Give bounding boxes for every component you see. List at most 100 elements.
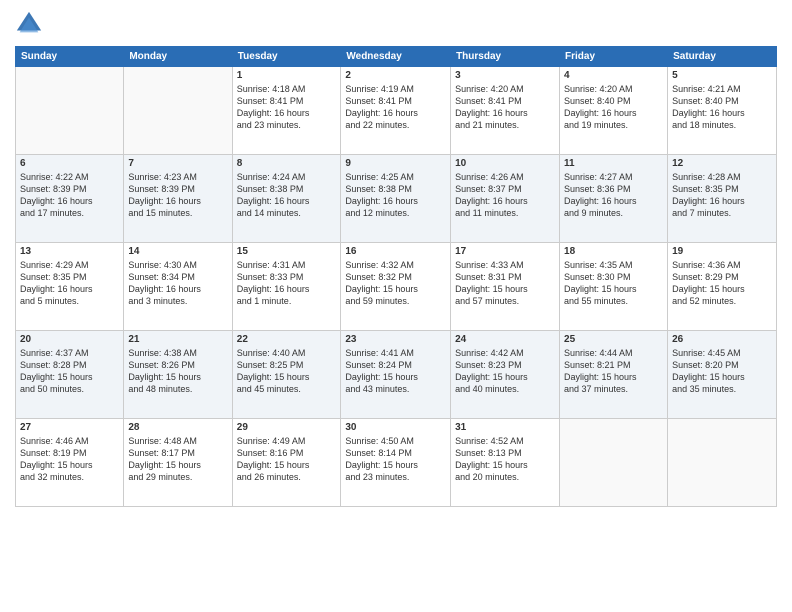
day-info: Sunrise: 4:24 AM Sunset: 8:38 PM Dayligh… bbox=[237, 171, 337, 220]
day-info: Sunrise: 4:20 AM Sunset: 8:40 PM Dayligh… bbox=[564, 83, 663, 132]
calendar-cell: 8 Sunrise: 4:24 AM Sunset: 8:38 PM Daylig… bbox=[232, 155, 341, 243]
day-info: Sunrise: 4:27 AM Sunset: 8:36 PM Dayligh… bbox=[564, 171, 663, 220]
day-info: Sunrise: 4:32 AM Sunset: 8:32 PM Dayligh… bbox=[345, 259, 446, 308]
day-info: Sunrise: 4:30 AM Sunset: 8:34 PM Dayligh… bbox=[128, 259, 227, 308]
calendar-week-row: 20 Sunrise: 4:37 AM Sunset: 8:28 PM Dayli… bbox=[16, 331, 777, 419]
day-number: 27 bbox=[20, 422, 119, 433]
calendar-cell: 31 Sunrise: 4:52 AM Sunset: 8:13 PM Dayli… bbox=[451, 419, 560, 507]
calendar-cell: 22 Sunrise: 4:40 AM Sunset: 8:25 PM Dayli… bbox=[232, 331, 341, 419]
calendar-day-header: Monday bbox=[124, 47, 232, 67]
day-number: 1 bbox=[237, 70, 337, 81]
day-info: Sunrise: 4:35 AM Sunset: 8:30 PM Dayligh… bbox=[564, 259, 663, 308]
calendar-day-header: Wednesday bbox=[341, 47, 451, 67]
calendar-cell bbox=[668, 419, 777, 507]
day-number: 29 bbox=[237, 422, 337, 433]
calendar-day-header: Sunday bbox=[16, 47, 124, 67]
day-number: 5 bbox=[672, 70, 772, 81]
day-info: Sunrise: 4:37 AM Sunset: 8:28 PM Dayligh… bbox=[20, 347, 119, 396]
day-number: 11 bbox=[564, 158, 663, 169]
calendar-cell: 19 Sunrise: 4:36 AM Sunset: 8:29 PM Dayli… bbox=[668, 243, 777, 331]
calendar-cell: 17Sunrise: 4:33 AM Sunset: 8:31 PM Dayli… bbox=[451, 243, 560, 331]
calendar-cell: 2 Sunrise: 4:19 AM Sunset: 8:41 PM Daylig… bbox=[341, 67, 451, 155]
day-number: 31 bbox=[455, 422, 555, 433]
calendar-cell: 29 Sunrise: 4:49 AM Sunset: 8:16 PM Dayli… bbox=[232, 419, 341, 507]
calendar-cell: 24 Sunrise: 4:42 AM Sunset: 8:23 PM Dayli… bbox=[451, 331, 560, 419]
day-number: 4 bbox=[564, 70, 663, 81]
calendar-cell: 15 Sunrise: 4:31 AM Sunset: 8:33 PM Dayli… bbox=[232, 243, 341, 331]
day-info: Sunrise: 4:52 AM Sunset: 8:13 PM Dayligh… bbox=[455, 435, 555, 484]
day-info: Sunrise: 4:38 AM Sunset: 8:26 PM Dayligh… bbox=[128, 347, 227, 396]
calendar-cell: 11 Sunrise: 4:27 AM Sunset: 8:36 PM Dayli… bbox=[560, 155, 668, 243]
calendar-week-row: 1 Sunrise: 4:18 AM Sunset: 8:41 PM Daylig… bbox=[16, 67, 777, 155]
calendar-cell bbox=[560, 419, 668, 507]
calendar-cell: 1 Sunrise: 4:18 AM Sunset: 8:41 PM Daylig… bbox=[232, 67, 341, 155]
day-info: Sunrise: 4:19 AM Sunset: 8:41 PM Dayligh… bbox=[345, 83, 446, 132]
day-number: 14 bbox=[128, 246, 227, 257]
day-info: Sunrise: 4:36 AM Sunset: 8:29 PM Dayligh… bbox=[672, 259, 772, 308]
day-info: Sunrise: 4:45 AM Sunset: 8:20 PM Dayligh… bbox=[672, 347, 772, 396]
day-info: Sunrise: 4:22 AM Sunset: 8:39 PM Dayligh… bbox=[20, 171, 119, 220]
day-info: Sunrise: 4:31 AM Sunset: 8:33 PM Dayligh… bbox=[237, 259, 337, 308]
day-number: 10 bbox=[455, 158, 555, 169]
day-number: 25 bbox=[564, 334, 663, 345]
day-number: 28 bbox=[128, 422, 227, 433]
calendar-week-row: 6 Sunrise: 4:22 AM Sunset: 8:39 PM Daylig… bbox=[16, 155, 777, 243]
calendar-cell: 23Sunrise: 4:41 AM Sunset: 8:24 PM Dayli… bbox=[341, 331, 451, 419]
day-number: 2 bbox=[345, 70, 446, 81]
calendar-cell: 12Sunrise: 4:28 AM Sunset: 8:35 PM Dayli… bbox=[668, 155, 777, 243]
day-number: 21 bbox=[128, 334, 227, 345]
calendar-header-row: SundayMondayTuesdayWednesdayThursdayFrid… bbox=[16, 47, 777, 67]
day-number: 12 bbox=[672, 158, 772, 169]
calendar-cell: 7 Sunrise: 4:23 AM Sunset: 8:39 PM Daylig… bbox=[124, 155, 232, 243]
day-number: 6 bbox=[20, 158, 119, 169]
day-info: Sunrise: 4:29 AM Sunset: 8:35 PM Dayligh… bbox=[20, 259, 119, 308]
day-info: Sunrise: 4:46 AM Sunset: 8:19 PM Dayligh… bbox=[20, 435, 119, 484]
day-info: Sunrise: 4:23 AM Sunset: 8:39 PM Dayligh… bbox=[128, 171, 227, 220]
day-info: Sunrise: 4:21 AM Sunset: 8:40 PM Dayligh… bbox=[672, 83, 772, 132]
day-info: Sunrise: 4:25 AM Sunset: 8:38 PM Dayligh… bbox=[345, 171, 446, 220]
day-info: Sunrise: 4:49 AM Sunset: 8:16 PM Dayligh… bbox=[237, 435, 337, 484]
logo-icon bbox=[15, 10, 43, 38]
calendar-week-row: 27 Sunrise: 4:46 AM Sunset: 8:19 PM Dayli… bbox=[16, 419, 777, 507]
day-number: 18 bbox=[564, 246, 663, 257]
day-info: Sunrise: 4:40 AM Sunset: 8:25 PM Dayligh… bbox=[237, 347, 337, 396]
day-number: 30 bbox=[345, 422, 446, 433]
calendar-cell: 10 Sunrise: 4:26 AM Sunset: 8:37 PM Dayli… bbox=[451, 155, 560, 243]
calendar-cell: 30 Sunrise: 4:50 AM Sunset: 8:14 PM Dayli… bbox=[341, 419, 451, 507]
calendar-cell: 14 Sunrise: 4:30 AM Sunset: 8:34 PM Dayli… bbox=[124, 243, 232, 331]
day-number: 3 bbox=[455, 70, 555, 81]
day-info: Sunrise: 4:44 AM Sunset: 8:21 PM Dayligh… bbox=[564, 347, 663, 396]
day-info: Sunrise: 4:50 AM Sunset: 8:14 PM Dayligh… bbox=[345, 435, 446, 484]
calendar-cell: 26Sunrise: 4:45 AM Sunset: 8:20 PM Dayli… bbox=[668, 331, 777, 419]
calendar-day-header: Tuesday bbox=[232, 47, 341, 67]
day-number: 13 bbox=[20, 246, 119, 257]
day-number: 22 bbox=[237, 334, 337, 345]
calendar-day-header: Friday bbox=[560, 47, 668, 67]
calendar-cell: 9 Sunrise: 4:25 AM Sunset: 8:38 PM Daylig… bbox=[341, 155, 451, 243]
day-info: Sunrise: 4:18 AM Sunset: 8:41 PM Dayligh… bbox=[237, 83, 337, 132]
day-number: 9 bbox=[345, 158, 446, 169]
calendar-cell: 20 Sunrise: 4:37 AM Sunset: 8:28 PM Dayli… bbox=[16, 331, 124, 419]
header bbox=[15, 10, 777, 38]
day-info: Sunrise: 4:20 AM Sunset: 8:41 PM Dayligh… bbox=[455, 83, 555, 132]
day-number: 16 bbox=[345, 246, 446, 257]
calendar-cell: 25 Sunrise: 4:44 AM Sunset: 8:21 PM Dayli… bbox=[560, 331, 668, 419]
calendar-cell: 13 Sunrise: 4:29 AM Sunset: 8:35 PM Dayli… bbox=[16, 243, 124, 331]
day-number: 19 bbox=[672, 246, 772, 257]
calendar-cell: 5 Sunrise: 4:21 AM Sunset: 8:40 PM Daylig… bbox=[668, 67, 777, 155]
day-number: 7 bbox=[128, 158, 227, 169]
day-info: Sunrise: 4:26 AM Sunset: 8:37 PM Dayligh… bbox=[455, 171, 555, 220]
calendar-cell bbox=[124, 67, 232, 155]
day-number: 24 bbox=[455, 334, 555, 345]
calendar-cell: 6 Sunrise: 4:22 AM Sunset: 8:39 PM Daylig… bbox=[16, 155, 124, 243]
day-number: 8 bbox=[237, 158, 337, 169]
day-number: 15 bbox=[237, 246, 337, 257]
calendar-cell: 28 Sunrise: 4:48 AM Sunset: 8:17 PM Dayli… bbox=[124, 419, 232, 507]
day-info: Sunrise: 4:42 AM Sunset: 8:23 PM Dayligh… bbox=[455, 347, 555, 396]
calendar-cell: 4 Sunrise: 4:20 AM Sunset: 8:40 PM Daylig… bbox=[560, 67, 668, 155]
calendar-table: SundayMondayTuesdayWednesdayThursdayFrid… bbox=[15, 46, 777, 507]
day-info: Sunrise: 4:48 AM Sunset: 8:17 PM Dayligh… bbox=[128, 435, 227, 484]
day-number: 20 bbox=[20, 334, 119, 345]
calendar-cell: 27 Sunrise: 4:46 AM Sunset: 8:19 PM Dayli… bbox=[16, 419, 124, 507]
calendar-cell: 21 Sunrise: 4:38 AM Sunset: 8:26 PM Dayli… bbox=[124, 331, 232, 419]
